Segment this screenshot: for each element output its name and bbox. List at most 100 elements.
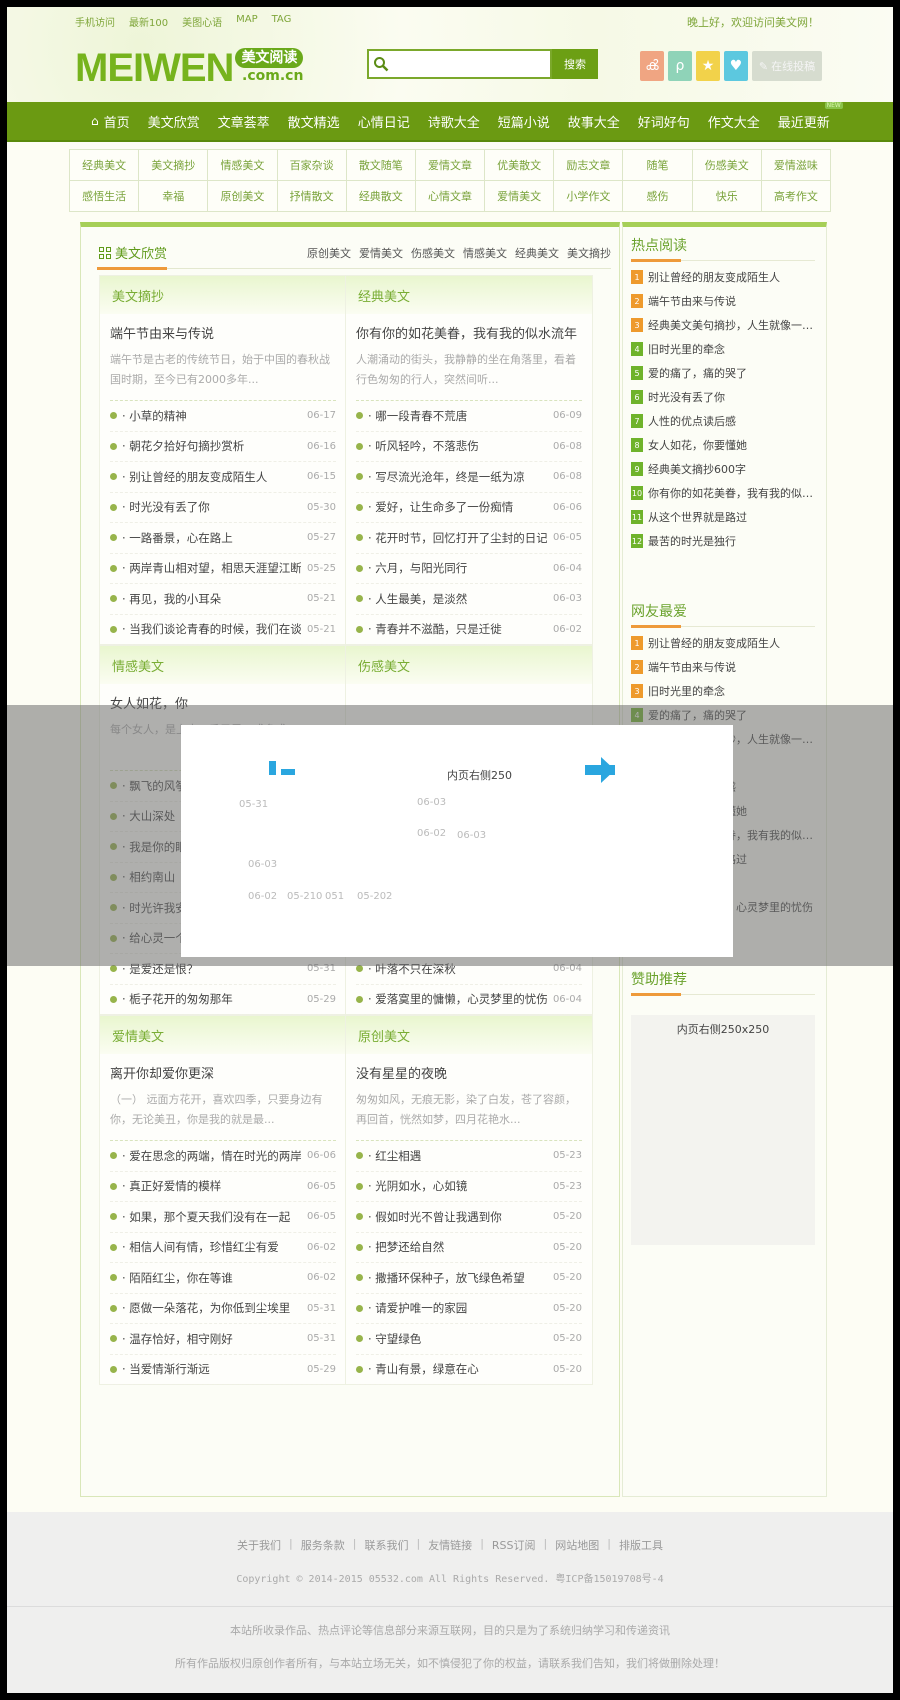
list-item[interactable]: · 哪一段青春不荒唐 06-09: [356, 401, 582, 432]
tab-sad[interactable]: 伤感美文: [411, 245, 455, 261]
ranked-item[interactable]: 8 女人如花，你要懂她: [631, 433, 815, 457]
list-item[interactable]: · 相信人间有情，珍惜红尘有爱 06-02: [110, 1233, 336, 1263]
ranked-item[interactable]: 4 旧时光里的牵念: [631, 337, 815, 361]
list-item[interactable]: · 爱在思念的两端，情在时光的两岸 06-06: [110, 1141, 336, 1172]
category-link[interactable]: 情感美文: [208, 150, 278, 181]
panel-title[interactable]: 爱情美文: [100, 1016, 346, 1054]
top-link-pictures[interactable]: 美图心语: [182, 14, 222, 29]
list-item[interactable]: · 愿做一朵落花，为你低到尘埃里 05-31: [110, 1294, 336, 1324]
list-item[interactable]: · 朝花夕拾好句摘抄赏析 06-16: [110, 432, 336, 462]
ranked-item[interactable]: 1 别让曾经的朋友变成陌生人: [631, 631, 815, 655]
category-link[interactable]: 快乐: [692, 181, 762, 212]
ranked-item[interactable]: 6 时光没有丢了你: [631, 385, 815, 409]
category-link[interactable]: 经典美文: [70, 150, 140, 181]
top-link-tag[interactable]: TAG: [272, 14, 292, 29]
footer-link[interactable]: 联系我们: [364, 1537, 408, 1553]
list-item[interactable]: · 写尽流光沧年，终是一纸为凉 06-08: [356, 462, 582, 493]
list-item[interactable]: · 花开时节，回忆打开了尘封的日记 06-05: [356, 523, 582, 554]
footer-link[interactable]: 友情链接: [428, 1537, 472, 1553]
list-item[interactable]: · 守望绿色 05-20: [356, 1324, 582, 1355]
panel-title[interactable]: 原创美文: [346, 1016, 592, 1054]
ranked-item[interactable]: 12 最苦的时光是独行: [631, 529, 815, 553]
ad-popup[interactable]: 内页右侧250 05-31 06-03 06-02 06-03 06-03 06…: [181, 725, 733, 957]
category-link[interactable]: 感悟生活: [70, 181, 140, 212]
nav-item-articles[interactable]: 文章荟萃: [209, 112, 279, 131]
ranked-item[interactable]: 11 从这个世界就是路过: [631, 505, 815, 529]
weibo-button[interactable]: ൿ: [640, 51, 664, 81]
list-item[interactable]: · 别让曾经的朋友变成陌生人 06-15: [110, 462, 336, 493]
category-link[interactable]: 爱情美文: [485, 181, 555, 212]
featured-title[interactable]: 你有你的如花美眷，我有我的似水流年: [356, 324, 582, 346]
tab-emotion[interactable]: 情感美文: [463, 245, 507, 261]
panel-title[interactable]: 经典美文: [346, 276, 592, 314]
ranked-item[interactable]: 1 别让曾经的朋友变成陌生人: [631, 265, 815, 289]
category-link[interactable]: 美文摘抄: [139, 150, 209, 181]
category-link[interactable]: 励志文章: [554, 150, 624, 181]
top-link-latest[interactable]: 最新100: [129, 14, 168, 29]
list-item[interactable]: · 青春并不滋酷，只是迁徙 06-02: [356, 615, 582, 645]
list-item[interactable]: · 小草的精神 06-17: [110, 401, 336, 432]
panel-title[interactable]: 美文摘抄: [100, 276, 346, 314]
category-link[interactable]: 伤感美文: [692, 150, 762, 181]
tab-original[interactable]: 原创美文: [307, 245, 351, 261]
featured-title[interactable]: 端午节由来与传说: [110, 324, 336, 346]
footer-link[interactable]: 关于我们: [237, 1537, 281, 1553]
ranked-item[interactable]: 3 经典美文美句摘抄，人生就像一…: [631, 313, 815, 337]
ranked-item[interactable]: 7 人性的优点读后感: [631, 409, 815, 433]
favorite-button[interactable]: ★: [696, 51, 720, 81]
list-item[interactable]: · 听风轻吟，不落悲伤 06-08: [356, 432, 582, 462]
category-link[interactable]: 百家杂谈: [277, 150, 347, 181]
nav-item-essays[interactable]: 作文大全: [699, 112, 769, 131]
list-item[interactable]: · 当我们谈论青春的时候，我们在谈… 05-21: [110, 615, 336, 645]
list-item[interactable]: · 青山有景，绿意在心 05-20: [356, 1355, 582, 1385]
ranked-item[interactable]: 2 端午节由来与传说: [631, 655, 815, 679]
footer-link[interactable]: 排版工具: [619, 1537, 663, 1553]
category-link[interactable]: 爱情文章: [415, 150, 486, 181]
list-item[interactable]: · 撒播环保种子，放飞绿色希望 05-20: [356, 1263, 582, 1294]
tab-excerpts[interactable]: 美文摘抄: [567, 245, 611, 261]
panel-title[interactable]: 伤感美文: [346, 646, 592, 684]
list-item[interactable]: · 真正好爱情的模样 06-05: [110, 1172, 336, 1202]
list-item[interactable]: · 温存恰好，相守刚好 05-31: [110, 1324, 336, 1355]
ad-slot[interactable]: 内页右侧250x250: [631, 1015, 815, 1245]
tab-love[interactable]: 爱情美文: [359, 245, 403, 261]
nav-item-quotes[interactable]: 好词好句: [629, 112, 699, 131]
list-item[interactable]: · 如果，那个夏天我们没有在一起 06-05: [110, 1202, 336, 1233]
list-item[interactable]: · 光阴如水，心如镜 05-23: [356, 1172, 582, 1202]
category-link[interactable]: 小学作文: [554, 181, 624, 212]
category-link[interactable]: 抒情散文: [277, 181, 347, 212]
list-item[interactable]: · 一路番景，心在路上 05-27: [110, 523, 336, 554]
top-link-mobile[interactable]: 手机访问: [75, 14, 115, 29]
category-link[interactable]: 经典散文: [346, 181, 416, 212]
top-link-map[interactable]: MAP: [236, 14, 258, 29]
list-item[interactable]: · 爱好，让生命多了一份痴情 06-06: [356, 493, 582, 523]
category-link[interactable]: 优美散文: [485, 150, 555, 181]
footer-link[interactable]: 网站地图: [555, 1537, 599, 1553]
like-button[interactable]: ♥: [724, 51, 748, 81]
list-item[interactable]: · 栀子花开的匆匆那年 05-29: [110, 985, 336, 1015]
list-item[interactable]: · 爱落寞里的慵懒，心灵梦里的忧伤 06-04: [356, 985, 582, 1015]
category-link[interactable]: 幸福: [139, 181, 209, 212]
list-item[interactable]: · 两岸青山相对望，相思天涯望江断 05-25: [110, 554, 336, 584]
category-link[interactable]: 原创美文: [208, 181, 278, 212]
tab-classic[interactable]: 经典美文: [515, 245, 559, 261]
list-item[interactable]: · 再见，我的小耳朵 05-21: [110, 584, 336, 615]
tencent-button[interactable]: ρ: [668, 51, 692, 81]
category-link[interactable]: 心情文章: [415, 181, 486, 212]
list-item[interactable]: · 陌陌红尘，你在等谁 06-02: [110, 1263, 336, 1294]
ranked-item[interactable]: 9 经典美文摘抄600字: [631, 457, 815, 481]
nav-item-appreciation[interactable]: 美文欣赏: [139, 112, 209, 131]
category-link[interactable]: 散文随笔: [346, 150, 416, 181]
list-item[interactable]: · 把梦还给自然 05-20: [356, 1233, 582, 1263]
category-link[interactable]: 随笔: [623, 150, 693, 181]
ranked-item[interactable]: 5 爱的痛了，痛的哭了: [631, 361, 815, 385]
nav-item-poetry[interactable]: 诗歌大全: [419, 112, 489, 131]
list-item[interactable]: · 六月，与阳光同行 06-04: [356, 554, 582, 584]
list-item[interactable]: · 红尘相遇 05-23: [356, 1141, 582, 1172]
category-link[interactable]: 高考作文: [761, 181, 831, 212]
contribute-button[interactable]: ✎ 在线投稿: [752, 51, 822, 81]
featured-title[interactable]: 没有星星的夜晚: [356, 1064, 582, 1086]
featured-title[interactable]: 离开你却爱你更深: [110, 1064, 336, 1086]
ranked-item[interactable]: 10 你有你的如花美眷，我有我的似…: [631, 481, 815, 505]
nav-home[interactable]: ⌂ 首页: [82, 112, 139, 131]
